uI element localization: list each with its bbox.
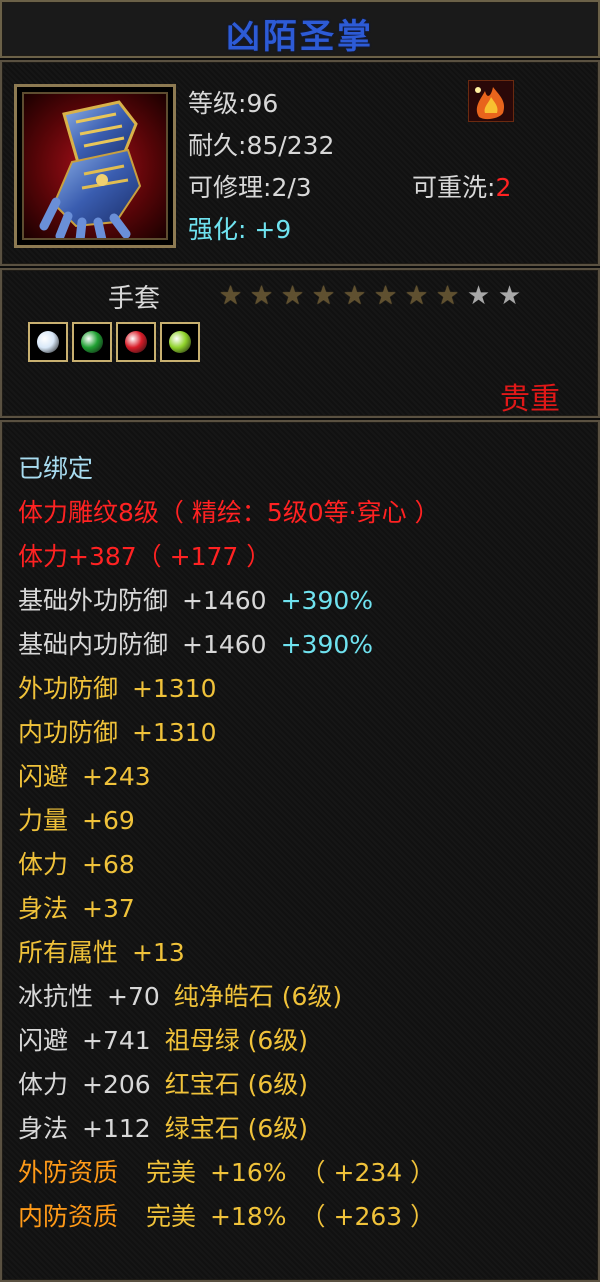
green-gem-icon[interactable] — [72, 322, 112, 362]
bound-status: 已绑定 — [18, 454, 94, 483]
attribute-panel: 已绑定 体力雕纹8级（ 精绘：5级0等·穿心 ） 体力+387（ +177 ） … — [0, 420, 600, 1282]
white-gem-icon[interactable] — [28, 322, 68, 362]
star-filled-icon: ★ — [373, 281, 398, 311]
flame-badge-icon[interactable] — [468, 80, 514, 122]
star-filled-icon: ★ — [435, 281, 460, 311]
rewash-value: 2 — [495, 173, 512, 202]
star-filled-icon: ★ — [404, 281, 429, 311]
level-label: 等级 — [188, 89, 239, 118]
star-rating: ★ ★ ★ ★ ★ ★ ★ ★ ★ ★ — [216, 283, 524, 309]
star-empty-icon: ★ — [497, 281, 522, 311]
red-gem-icon[interactable] — [116, 322, 156, 362]
light-green-gem-icon[interactable] — [160, 322, 200, 362]
engrave-line: 体力雕纹8级（ 精绘：5级0等·穿心 ） — [18, 498, 440, 527]
item-info-panel: 等级:96 耐久:85/232 可修理:2/3 可重洗:2 强化: +9 — [0, 60, 600, 266]
durability-label: 耐久 — [188, 131, 239, 160]
repair-value: 2/3 — [271, 173, 312, 202]
dodge-line: 闪避 +243 — [18, 762, 151, 791]
quality-line: 内防资质 完美 +18% （ +263 ） — [18, 1202, 436, 1231]
stamina-line: 体力 +68 — [18, 850, 135, 879]
gem-line: 体力 +206 红宝石 (6级) — [18, 1070, 309, 1099]
star-filled-icon: ★ — [280, 281, 305, 311]
all-attributes-line: 所有属性 +13 — [18, 938, 185, 967]
gauntlet-icon — [22, 92, 168, 240]
enhance-value: +9 — [254, 215, 292, 244]
repair-row: 可修理:2/3 — [188, 173, 312, 202]
rewash-row: 可重洗:2 — [412, 173, 512, 202]
gem-slots — [28, 322, 200, 362]
level-value: 96 — [246, 89, 279, 118]
item-type: 手套 — [108, 284, 161, 314]
enhance-row: 强化: +9 — [188, 215, 292, 244]
item-type-panel: 手套 ★ ★ ★ ★ ★ ★ ★ ★ ★ ★ 贵重 — [0, 268, 600, 418]
star-empty-icon: ★ — [466, 281, 491, 311]
quality-line: 外防资质 完美 +16% （ +234 ） — [18, 1158, 436, 1187]
rewash-label: 可重洗 — [412, 173, 488, 202]
base-outer-def-line: 基础外功防御 +1460 +390% — [18, 586, 374, 615]
star-filled-icon: ★ — [218, 281, 243, 311]
rarity-label: 贵重 — [500, 382, 560, 417]
base-inner-def-line: 基础内功防御 +1460 +390% — [18, 630, 374, 659]
item-icon-frame[interactable] — [14, 84, 176, 248]
item-title-bar: 凶陌圣掌 — [0, 0, 600, 58]
gem-line: 闪避 +741 祖母绿 (6级) — [18, 1026, 309, 1055]
durability-row: 耐久:85/232 — [188, 131, 335, 160]
repair-label: 可修理 — [188, 173, 264, 202]
stamina-total-line: 体力+387（ +177 ） — [18, 542, 272, 571]
strength-line: 力量 +69 — [18, 806, 135, 835]
agility-line: 身法 +37 — [18, 894, 135, 923]
star-filled-icon: ★ — [249, 281, 274, 311]
outer-def-line: 外功防御 +1310 — [18, 674, 217, 703]
enhance-label: 强化 — [188, 215, 239, 244]
level-row: 等级:96 — [188, 89, 279, 118]
item-name: 凶陌圣掌 — [226, 17, 374, 57]
star-filled-icon: ★ — [311, 281, 336, 311]
star-filled-icon: ★ — [342, 281, 367, 311]
durability-value: 85/232 — [246, 131, 335, 160]
gem-line: 身法 +112 绿宝石 (6级) — [18, 1114, 309, 1143]
gem-line: 冰抗性 +70 纯净皓石 (6级) — [18, 982, 343, 1011]
inner-def-line: 内功防御 +1310 — [18, 718, 217, 747]
